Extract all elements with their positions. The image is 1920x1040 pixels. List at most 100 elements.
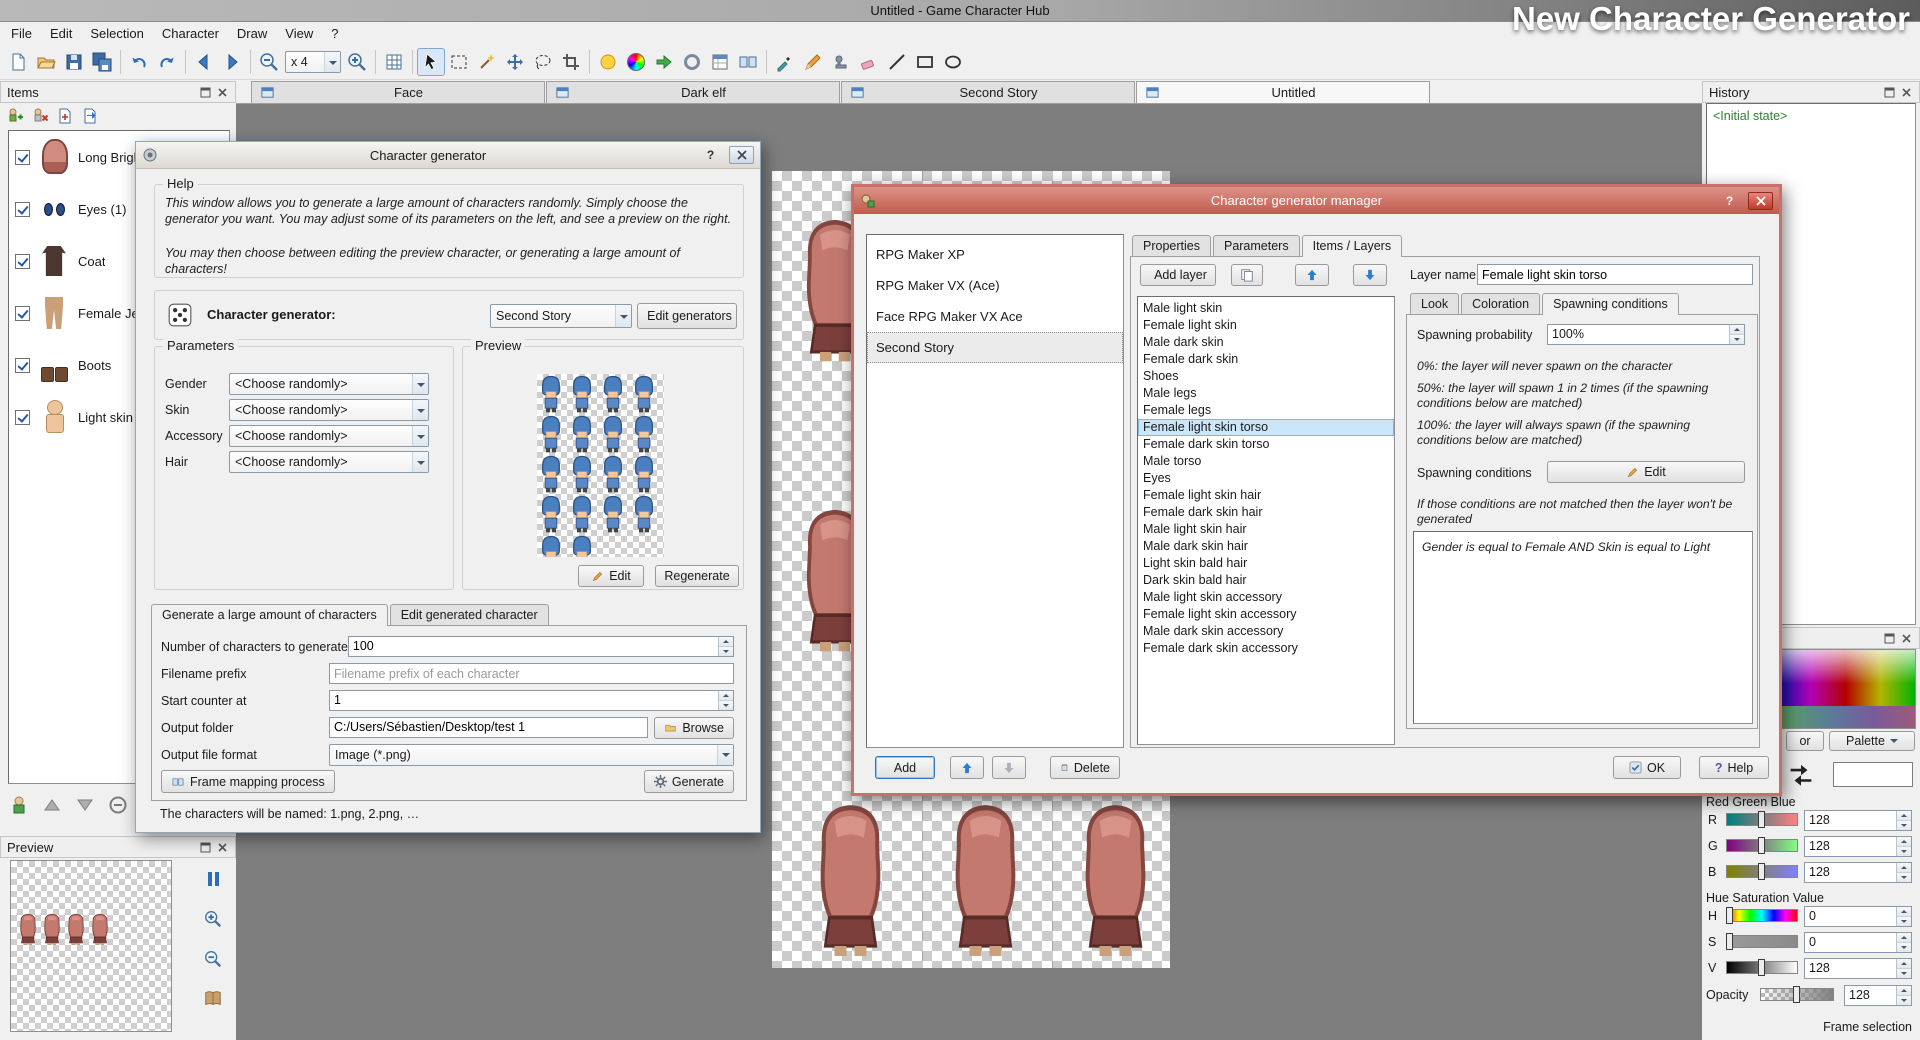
generator-list[interactable]: RPG Maker XPRPG Maker VX (Ace)Face RPG M… (866, 234, 1124, 748)
b-slider[interactable] (1726, 865, 1798, 878)
slider-handle[interactable] (1758, 863, 1765, 880)
help-button[interactable]: ?Help (1699, 756, 1769, 779)
generator-tab[interactable]: Generate a large amount of characters (151, 604, 388, 626)
counter-input[interactable] (330, 691, 718, 710)
move-generator-up-button[interactable] (950, 756, 984, 779)
dialog-titlebar[interactable]: Character generator manager (854, 187, 1779, 214)
palette-button[interactable]: Palette (1829, 731, 1915, 751)
layer-item[interactable]: Male torso (1138, 453, 1394, 470)
generator-item[interactable]: Second Story (867, 332, 1123, 363)
s-spinbox[interactable]: 0 (1804, 932, 1912, 953)
crop-tool-button[interactable] (557, 48, 585, 76)
slider-handle[interactable] (1758, 837, 1765, 854)
slider-handle[interactable] (1726, 907, 1733, 924)
move-item-down-button[interactable] (72, 792, 98, 818)
browse-button[interactable]: Browse (654, 717, 734, 739)
parameter-dropdown[interactable]: <Choose randomly> (229, 451, 429, 473)
rect-select-tool-button[interactable] (445, 48, 473, 76)
v-slider[interactable] (1726, 961, 1798, 974)
dialog-close-button[interactable] (1748, 192, 1773, 210)
layer-item[interactable]: Male dark skin hair (1138, 538, 1394, 555)
r-spinbox[interactable]: 128 (1804, 810, 1912, 831)
manager-tab[interactable]: Parameters (1213, 235, 1300, 256)
item-checkbox[interactable] (15, 254, 30, 269)
new-item-button[interactable] (4, 105, 26, 127)
output-format-dropdown[interactable]: Image (*.png) (329, 744, 734, 766)
count-input[interactable] (349, 637, 718, 656)
menu-item[interactable]: View (276, 23, 322, 45)
manager-tab[interactable]: Properties (1132, 235, 1211, 256)
menu-item[interactable]: Edit (41, 23, 81, 45)
color-mode-button[interactable]: or (1786, 731, 1824, 751)
new-file-button[interactable] (4, 48, 32, 76)
layer-subtab[interactable]: Look (1410, 293, 1459, 314)
item-checkbox[interactable] (15, 306, 30, 321)
line-tool-button[interactable] (883, 48, 911, 76)
dialog-close-button[interactable] (729, 146, 754, 164)
add-layer-button[interactable]: Add layer (1140, 264, 1216, 286)
menu-item[interactable]: ? (322, 23, 347, 45)
edit-generators-button[interactable]: Edit generators (637, 303, 737, 329)
preview-zoom-out-button[interactable] (200, 946, 226, 972)
move-item-up-button[interactable] (39, 792, 65, 818)
edit-conditions-button[interactable]: Edit (1547, 461, 1745, 483)
move-layer-down-button[interactable] (1353, 264, 1387, 286)
dialog-help-button[interactable] (1717, 192, 1742, 210)
remove-item-button[interactable] (29, 105, 51, 127)
eraser-tool-button[interactable] (855, 48, 883, 76)
spin-arrows[interactable] (1896, 863, 1911, 882)
b-spinbox[interactable]: 128 (1804, 862, 1912, 883)
generator-item[interactable]: RPG Maker XP (867, 239, 1123, 270)
open-file-button[interactable] (32, 48, 60, 76)
back-button[interactable] (190, 48, 218, 76)
export-button[interactable] (650, 48, 678, 76)
close-panel-icon[interactable] (215, 85, 229, 99)
spin-arrows[interactable] (1896, 907, 1911, 926)
stamp-tool-button[interactable] (827, 48, 855, 76)
document-tab[interactable]: Untitled (1136, 81, 1430, 103)
layer-item[interactable]: Female dark skin hair (1138, 504, 1394, 521)
zoom-level-dropdown[interactable]: x 4 (285, 51, 341, 73)
generator-tab[interactable]: Edit generated character (390, 604, 549, 625)
swap-colors-button[interactable] (1788, 762, 1814, 786)
item-checkbox[interactable] (15, 150, 30, 165)
move-generator-down-button[interactable] (992, 756, 1026, 779)
document-tab[interactable]: Face (251, 81, 545, 103)
document-tab[interactable]: Dark elf (546, 81, 840, 103)
v-spinbox[interactable]: 128 (1804, 958, 1912, 979)
forward-button[interactable] (218, 48, 246, 76)
layer-item[interactable]: Female light skin (1138, 317, 1394, 334)
generator-dropdown[interactable]: Second Story (490, 304, 632, 328)
close-panel-icon[interactable] (215, 840, 229, 854)
dialog-titlebar[interactable]: Character generator (136, 142, 760, 169)
layer-item[interactable]: Male light skin hair (1138, 521, 1394, 538)
remove-item-circle-button[interactable] (105, 792, 131, 818)
spin-arrows[interactable] (1729, 325, 1744, 344)
spin-arrows[interactable] (1896, 811, 1911, 830)
float-panel-icon[interactable] (198, 840, 212, 854)
layer-item[interactable]: Eyes (1138, 470, 1394, 487)
layer-item[interactable]: Female light skin torso (1138, 419, 1394, 436)
regenerate-button[interactable]: Regenerate (655, 565, 739, 587)
magic-wand-tool-button[interactable] (473, 48, 501, 76)
manager-tab[interactable]: Items / Layers (1302, 235, 1403, 257)
layer-item[interactable]: Female light skin accessory (1138, 606, 1394, 623)
spin-arrows[interactable] (1896, 837, 1911, 856)
frame-mapping-process-button[interactable]: Frame mapping process (161, 770, 335, 793)
generator-item[interactable]: RPG Maker VX (Ace) (867, 270, 1123, 301)
ok-button[interactable]: OK (1613, 756, 1681, 779)
layer-subtab[interactable]: Coloration (1461, 293, 1540, 314)
generate-button[interactable]: Generate (644, 770, 734, 793)
s-slider[interactable] (1726, 935, 1798, 948)
pause-button[interactable] (200, 866, 226, 892)
slider-handle[interactable] (1793, 986, 1800, 1003)
g-spinbox[interactable]: 128 (1804, 836, 1912, 857)
save-button[interactable] (60, 48, 88, 76)
delete-generator-button[interactable]: Delete (1050, 756, 1120, 779)
zoom-out-button[interactable] (255, 48, 283, 76)
menu-item[interactable]: Character (153, 23, 228, 45)
export-item-button[interactable] (79, 105, 101, 127)
rectangle-tool-button[interactable] (911, 48, 939, 76)
slider-handle[interactable] (1726, 933, 1733, 950)
parameter-dropdown[interactable]: <Choose randomly> (229, 425, 429, 447)
